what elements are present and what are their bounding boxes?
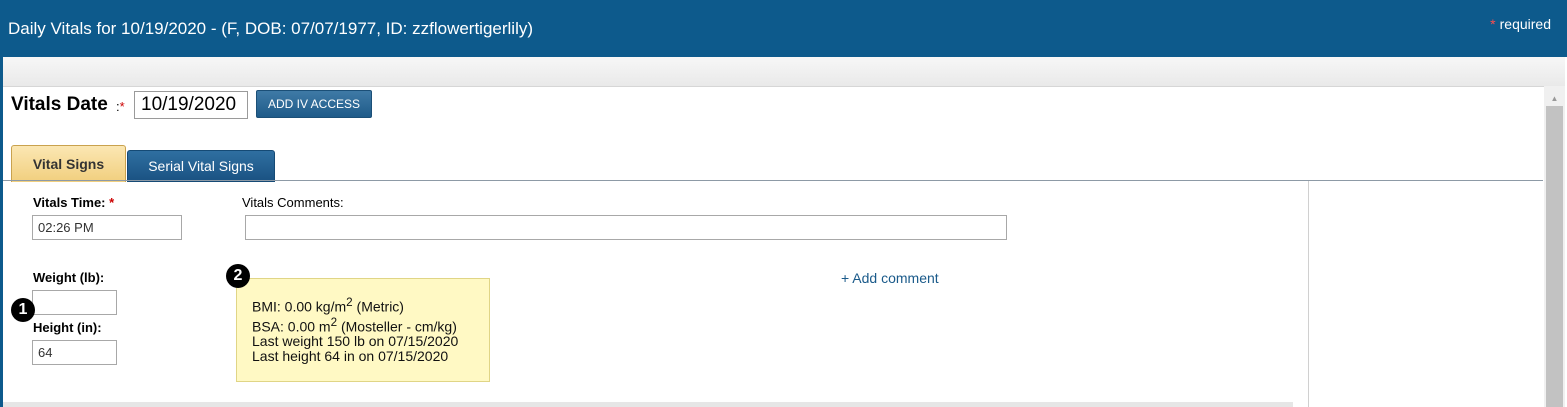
required-star: * xyxy=(1490,16,1496,32)
height-input[interactable] xyxy=(32,340,117,365)
panel-divider xyxy=(1308,181,1309,407)
page-title: Daily Vitals for 10/19/2020 - (F, DOB: 0… xyxy=(8,19,534,38)
last-weight-line: Last weight 150 lb on 07/15/2020 xyxy=(252,333,459,350)
callout-badge-2: 2 xyxy=(226,264,250,288)
last-height-line: Last height 64 in on 07/15/2020 xyxy=(252,348,449,365)
scroll-thumb[interactable] xyxy=(1546,106,1563,407)
bmi-line: BMI: 0.00 kg/m2 (Metric) xyxy=(252,296,404,315)
required-legend: * required xyxy=(1490,16,1551,32)
vitals-date-input[interactable] xyxy=(134,91,248,119)
weight-label: Weight (lb): xyxy=(33,270,105,285)
height-label: Height (in): xyxy=(33,320,102,335)
vitals-date-colon: :* xyxy=(116,99,125,114)
tab-vital-signs[interactable]: Vital Signs xyxy=(11,145,126,182)
tab-divider xyxy=(3,180,1543,181)
bsa-line: BSA: 0.00 m2 (Mosteller - cm/kg) xyxy=(252,315,457,335)
vertical-scrollbar[interactable]: ▲ xyxy=(1544,86,1565,407)
scroll-up-icon[interactable]: ▲ xyxy=(1544,94,1565,104)
toolbar xyxy=(3,57,1565,87)
horizontal-scroll-track xyxy=(3,402,1293,407)
frame-border xyxy=(0,57,3,407)
vitals-time-input[interactable] xyxy=(32,215,182,240)
callout-badge-1: 1 xyxy=(11,298,35,322)
weight-input[interactable] xyxy=(32,290,117,315)
vitals-comments-label: Vitals Comments: xyxy=(242,195,344,210)
add-comment-link[interactable]: + Add comment xyxy=(841,270,939,286)
bmi-bsa-info-box: BMI: 0.00 kg/m2 (Metric) BSA: 0.00 m2 (M… xyxy=(236,278,490,382)
vitals-comments-input[interactable] xyxy=(245,215,1007,240)
required-text: required xyxy=(1499,16,1551,32)
vitals-date-label: Vitals Date xyxy=(11,94,108,115)
vitals-time-label: Vitals Time: * xyxy=(33,195,115,210)
add-iv-access-button[interactable]: ADD IV ACCESS xyxy=(256,90,372,118)
page-header: Daily Vitals for 10/19/2020 - (F, DOB: 0… xyxy=(0,0,1567,57)
tab-serial-vital-signs[interactable]: Serial Vital Signs xyxy=(127,150,275,182)
